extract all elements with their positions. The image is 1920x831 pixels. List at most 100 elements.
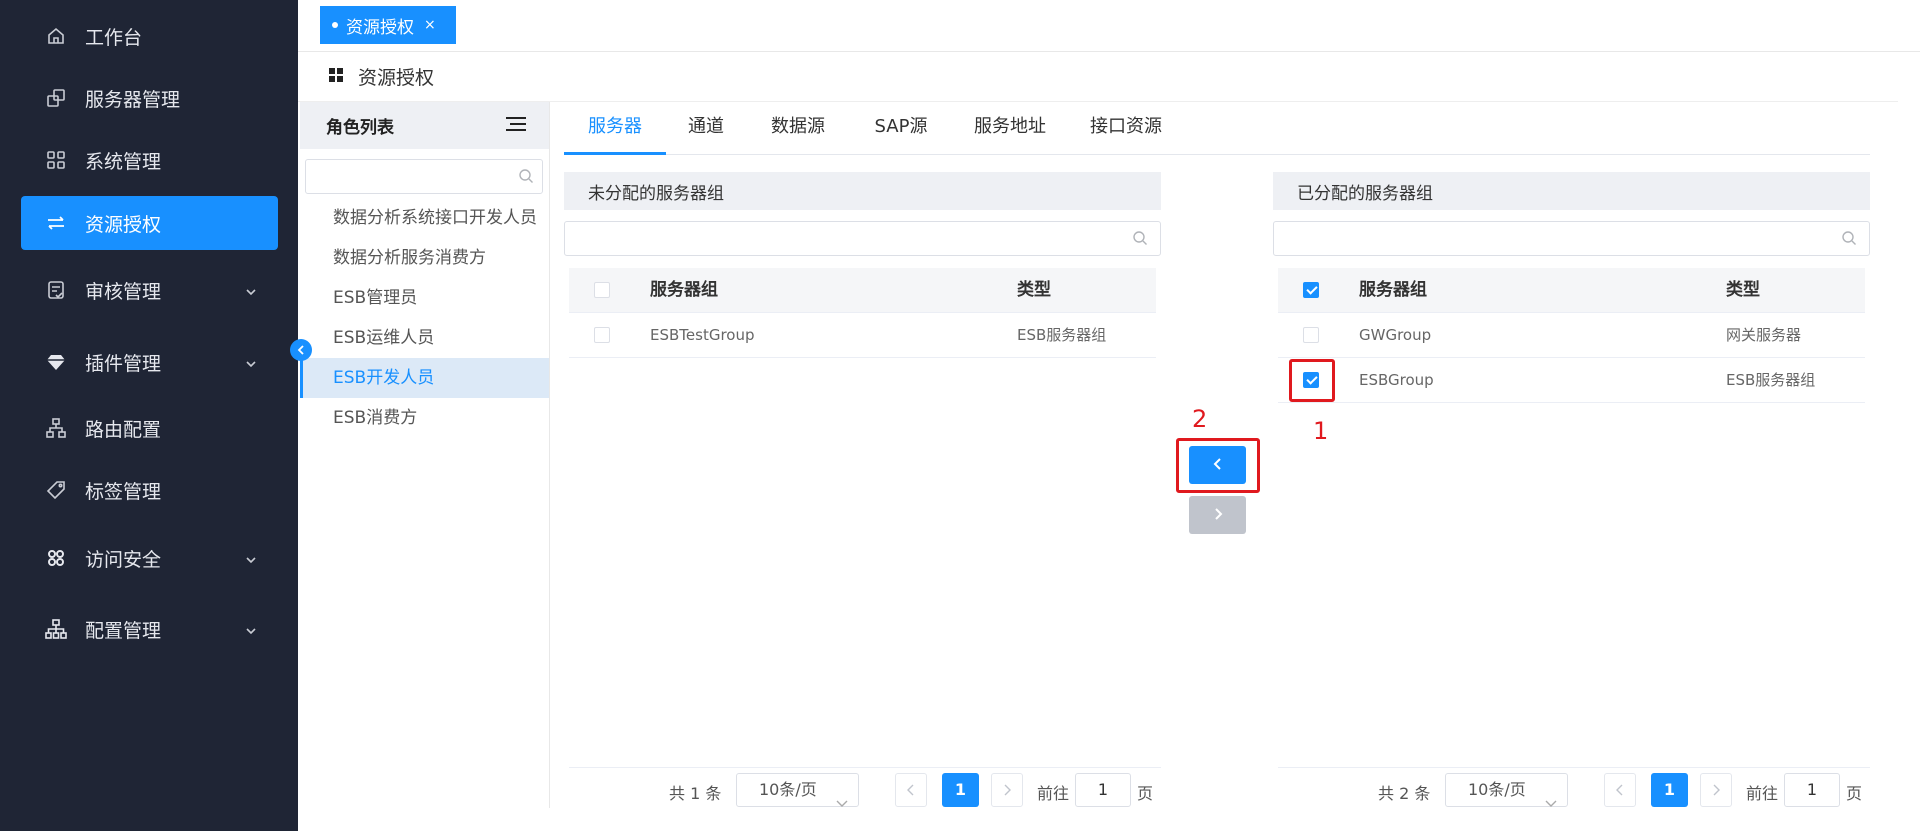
tab-channel[interactable]: 通道: [666, 102, 746, 155]
role-item[interactable]: 数据分析系统接口开发人员: [300, 198, 549, 238]
column-header-group: 服务器组: [650, 280, 718, 300]
chevron-down-icon: [244, 282, 258, 304]
tab-sap-source[interactable]: SAP源: [850, 102, 952, 155]
server-icon: [45, 87, 67, 109]
search-icon: [1132, 230, 1148, 250]
role-list-title: 角色列表: [326, 118, 394, 138]
annotation-box-move-button: [1176, 438, 1260, 493]
page-unit-label: 页: [1846, 784, 1863, 803]
menu-label: 资源授权: [85, 213, 162, 236]
column-header-type: 类型: [1726, 280, 1760, 300]
table-header: 服务器组 类型: [1278, 268, 1865, 313]
tag-icon: [45, 479, 67, 501]
role-search-input[interactable]: [305, 159, 543, 194]
menu-item-tag-management[interactable]: 标签管理: [21, 463, 278, 517]
apps-icon: [45, 149, 67, 171]
annotation-step-1: 1: [1313, 417, 1329, 445]
page-title: 资源授权: [358, 67, 435, 89]
cell-group-type: ESB服务器组: [1726, 371, 1816, 389]
page-number-current[interactable]: 1: [1651, 773, 1688, 807]
menu-label: 配置管理: [85, 619, 162, 642]
unassigned-search-input[interactable]: [564, 221, 1161, 256]
row-checkbox[interactable]: [1303, 327, 1319, 343]
unassigned-panel-title: 未分配的服务器组: [564, 172, 1161, 210]
prev-page-button[interactable]: [895, 773, 927, 807]
chevron-down-icon: [244, 354, 258, 376]
page-unit-label: 页: [1137, 784, 1154, 803]
unassigned-table: 服务器组 类型 ESBTestGroup ESB服务器组: [569, 268, 1156, 358]
menu-label: 服务器管理: [85, 88, 181, 111]
config-icon: [45, 618, 67, 640]
menu-item-plugin-management[interactable]: 插件管理: [21, 335, 278, 389]
page-size-value: 10条/页: [759, 780, 817, 799]
menu-item-audit-management[interactable]: 审核管理: [21, 263, 278, 317]
role-item[interactable]: ESB消费方: [300, 398, 549, 438]
menu-label: 插件管理: [85, 352, 162, 375]
menu-item-route-config[interactable]: 路由配置: [21, 401, 278, 455]
chevron-down-icon: [244, 621, 258, 643]
assigned-pagination: 共 2 条 10条/页 1 前往 1 页: [1278, 767, 1870, 811]
menu-item-system-management[interactable]: 系统管理: [21, 133, 278, 187]
close-icon[interactable]: ×: [424, 17, 436, 33]
assigned-panel: 已分配的服务器组 服务器组 类型 GWGroup 网关服务器 ESBGroup …: [1273, 172, 1870, 812]
tab-server[interactable]: 服务器: [564, 102, 666, 155]
chevron-down-icon: [1545, 787, 1557, 819]
sidebar-collapse-button[interactable]: [290, 339, 312, 361]
tab-service-address[interactable]: 服务地址: [952, 102, 1068, 155]
row-checkbox[interactable]: [594, 327, 610, 343]
role-item[interactable]: 数据分析服务消费方: [300, 238, 549, 278]
page-number-current[interactable]: 1: [942, 773, 979, 807]
table-row[interactable]: GWGroup 网关服务器: [1278, 313, 1865, 358]
goto-page-input[interactable]: 1: [1075, 773, 1131, 807]
annotation-box-checkbox: [1289, 359, 1335, 402]
chevron-down-icon: [836, 787, 848, 819]
page-tab-bar: 资源授权 ×: [298, 0, 1920, 52]
role-list: 数据分析系统接口开发人员 数据分析服务消费方 ESB管理员 ESB运维人员 ES…: [300, 198, 549, 438]
list-menu-icon[interactable]: [505, 115, 527, 137]
role-item[interactable]: ESB管理员: [300, 278, 549, 318]
grid-icon: [328, 67, 344, 87]
next-page-button[interactable]: [991, 773, 1023, 807]
role-item[interactable]: ESB运维人员: [300, 318, 549, 358]
unassigned-panel: 未分配的服务器组 服务器组 类型 ESBTestGroup ESB服务器组 共 …: [564, 172, 1161, 812]
select-all-checkbox[interactable]: [594, 282, 610, 298]
role-list-panel: 角色列表 数据分析系统接口开发人员 数据分析服务消费方 ESB管理员 ESB运维…: [300, 102, 550, 808]
page-size-select[interactable]: 10条/页: [1445, 773, 1568, 807]
role-item-selected[interactable]: ESB开发人员: [300, 358, 549, 398]
cell-group-name: ESBTestGroup: [650, 326, 755, 344]
menu-item-server-management[interactable]: 服务器管理: [21, 71, 278, 125]
active-dot: [332, 22, 338, 28]
menu-label: 系统管理: [85, 150, 162, 173]
menu-item-resource-authorization[interactable]: 资源授权: [21, 196, 278, 250]
chevron-right-icon: [1212, 506, 1224, 525]
cell-group-type: 网关服务器: [1726, 326, 1802, 344]
page-size-value: 10条/页: [1468, 780, 1526, 799]
tab-interface-resource[interactable]: 接口资源: [1068, 102, 1184, 155]
table-row[interactable]: ESBGroup ESB服务器组: [1278, 358, 1865, 403]
menu-item-config-management[interactable]: 配置管理: [21, 602, 278, 656]
menu-label: 访问安全: [85, 548, 162, 571]
menu-item-workbench[interactable]: 工作台: [21, 9, 278, 63]
menu-label: 路由配置: [85, 418, 162, 441]
total-count: 共 2 条: [1378, 784, 1431, 803]
page-tab-resource-authorization[interactable]: 资源授权 ×: [320, 6, 456, 44]
breadcrumb: 资源授权: [298, 52, 1898, 102]
column-header-type: 类型: [1017, 280, 1051, 300]
sidebar: 工作台 服务器管理 系统管理 资源授权 审核管理 插件管理 路由配置 标签管理 …: [0, 0, 298, 831]
menu-item-access-security[interactable]: 访问安全: [21, 531, 278, 585]
tab-datasource[interactable]: 数据源: [746, 102, 850, 155]
cell-group-name: GWGroup: [1359, 326, 1432, 344]
assigned-panel-title: 已分配的服务器组: [1273, 172, 1870, 210]
select-all-checkbox[interactable]: [1303, 282, 1319, 298]
goto-page-input[interactable]: 1: [1784, 773, 1840, 807]
move-to-assigned-button[interactable]: [1189, 496, 1246, 534]
next-page-button[interactable]: [1700, 773, 1732, 807]
unassigned-pagination: 共 1 条 10条/页 1 前往 1 页: [569, 767, 1161, 811]
chevron-down-icon: [244, 550, 258, 572]
table-header: 服务器组 类型: [569, 268, 1156, 313]
menu-label: 审核管理: [85, 280, 162, 303]
table-row[interactable]: ESBTestGroup ESB服务器组: [569, 313, 1156, 358]
page-size-select[interactable]: 10条/页: [736, 773, 859, 807]
assigned-search-input[interactable]: [1273, 221, 1870, 256]
prev-page-button[interactable]: [1604, 773, 1636, 807]
